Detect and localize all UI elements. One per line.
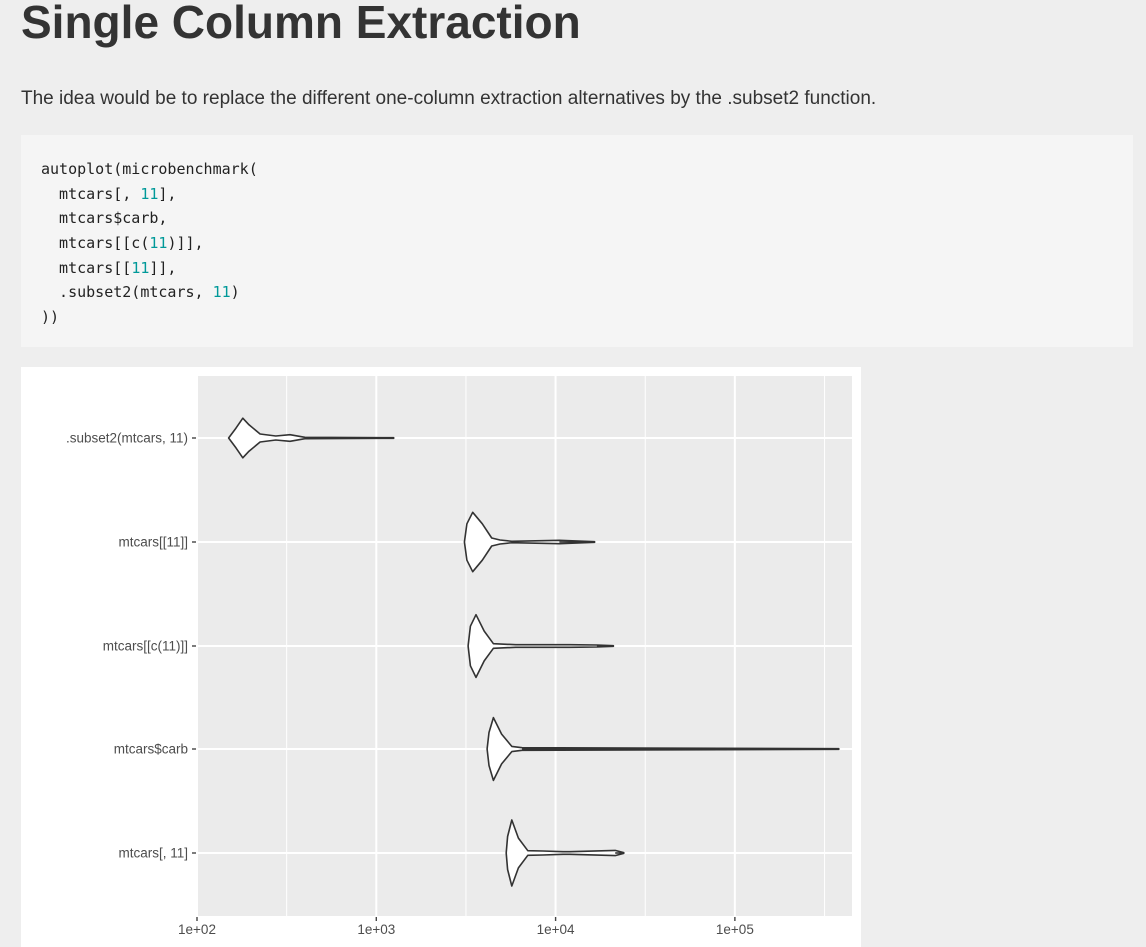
code-token: mtcars[[ <box>41 258 132 277</box>
intro-paragraph: The idea would be to replace the differe… <box>21 88 877 109</box>
x-tick-label: 1e+02 <box>178 922 216 937</box>
code-token: mtcars[, <box>41 184 141 203</box>
code-line: mtcars[[11]], <box>41 256 1113 281</box>
code-token: )]], <box>167 234 204 253</box>
x-axis: 1e+02 1e+03 1e+04 1e+05 <box>178 917 754 937</box>
y-tick-label: mtcars[[c(11)]] <box>103 639 188 654</box>
code-line: mtcars$carb, <box>41 206 1113 231</box>
y-tick-label: mtcars$carb <box>114 742 188 757</box>
y-tick-label: mtcars[, 11] <box>118 846 188 861</box>
code-token: ]], <box>149 258 177 277</box>
code-token: mtcars[[c( <box>41 234 150 253</box>
page-title: Single Column Extraction <box>21 0 581 48</box>
code-line: .subset2(mtcars, 11) <box>41 280 1113 305</box>
code-token: mtcars$carb, <box>41 209 168 228</box>
code-number-token: 11 <box>140 184 159 203</box>
code-token: ) <box>230 283 240 302</box>
code-number-token: 11 <box>212 283 231 302</box>
code-line: mtcars[[c(11)]], <box>41 231 1113 256</box>
benchmark-plot: .subset2(mtcars, 11) mtcars[[11]] mtcars[[… <box>21 367 861 947</box>
code-token: ], <box>158 184 177 203</box>
code-line: )) <box>41 305 1113 330</box>
code-token: )) <box>41 308 60 327</box>
y-tick-label: .subset2(mtcars, 11) <box>66 431 188 446</box>
code-line: autoplot(microbenchmark( <box>41 157 1113 182</box>
code-token: autoplot(microbenchmark( <box>41 160 258 178</box>
x-tick-label: 1e+05 <box>716 922 754 937</box>
code-number-token: 11 <box>149 234 168 253</box>
code-number-token: 11 <box>131 258 150 277</box>
code-line: mtcars[, 11], <box>41 182 1113 207</box>
code-token: .subset2(mtcars, <box>41 283 213 302</box>
code-block[interactable]: autoplot(microbenchmark( mtcars[, 11], m… <box>21 135 1133 347</box>
y-axis-labels: .subset2(mtcars, 11) mtcars[[11]] mtcars[[… <box>66 431 196 861</box>
violin-chart: .subset2(mtcars, 11) mtcars[[11]] mtcars[[… <box>66 376 852 937</box>
y-tick-label: mtcars[[11]] <box>118 535 188 550</box>
x-tick-label: 1e+04 <box>537 922 575 937</box>
x-tick-label: 1e+03 <box>357 922 395 937</box>
